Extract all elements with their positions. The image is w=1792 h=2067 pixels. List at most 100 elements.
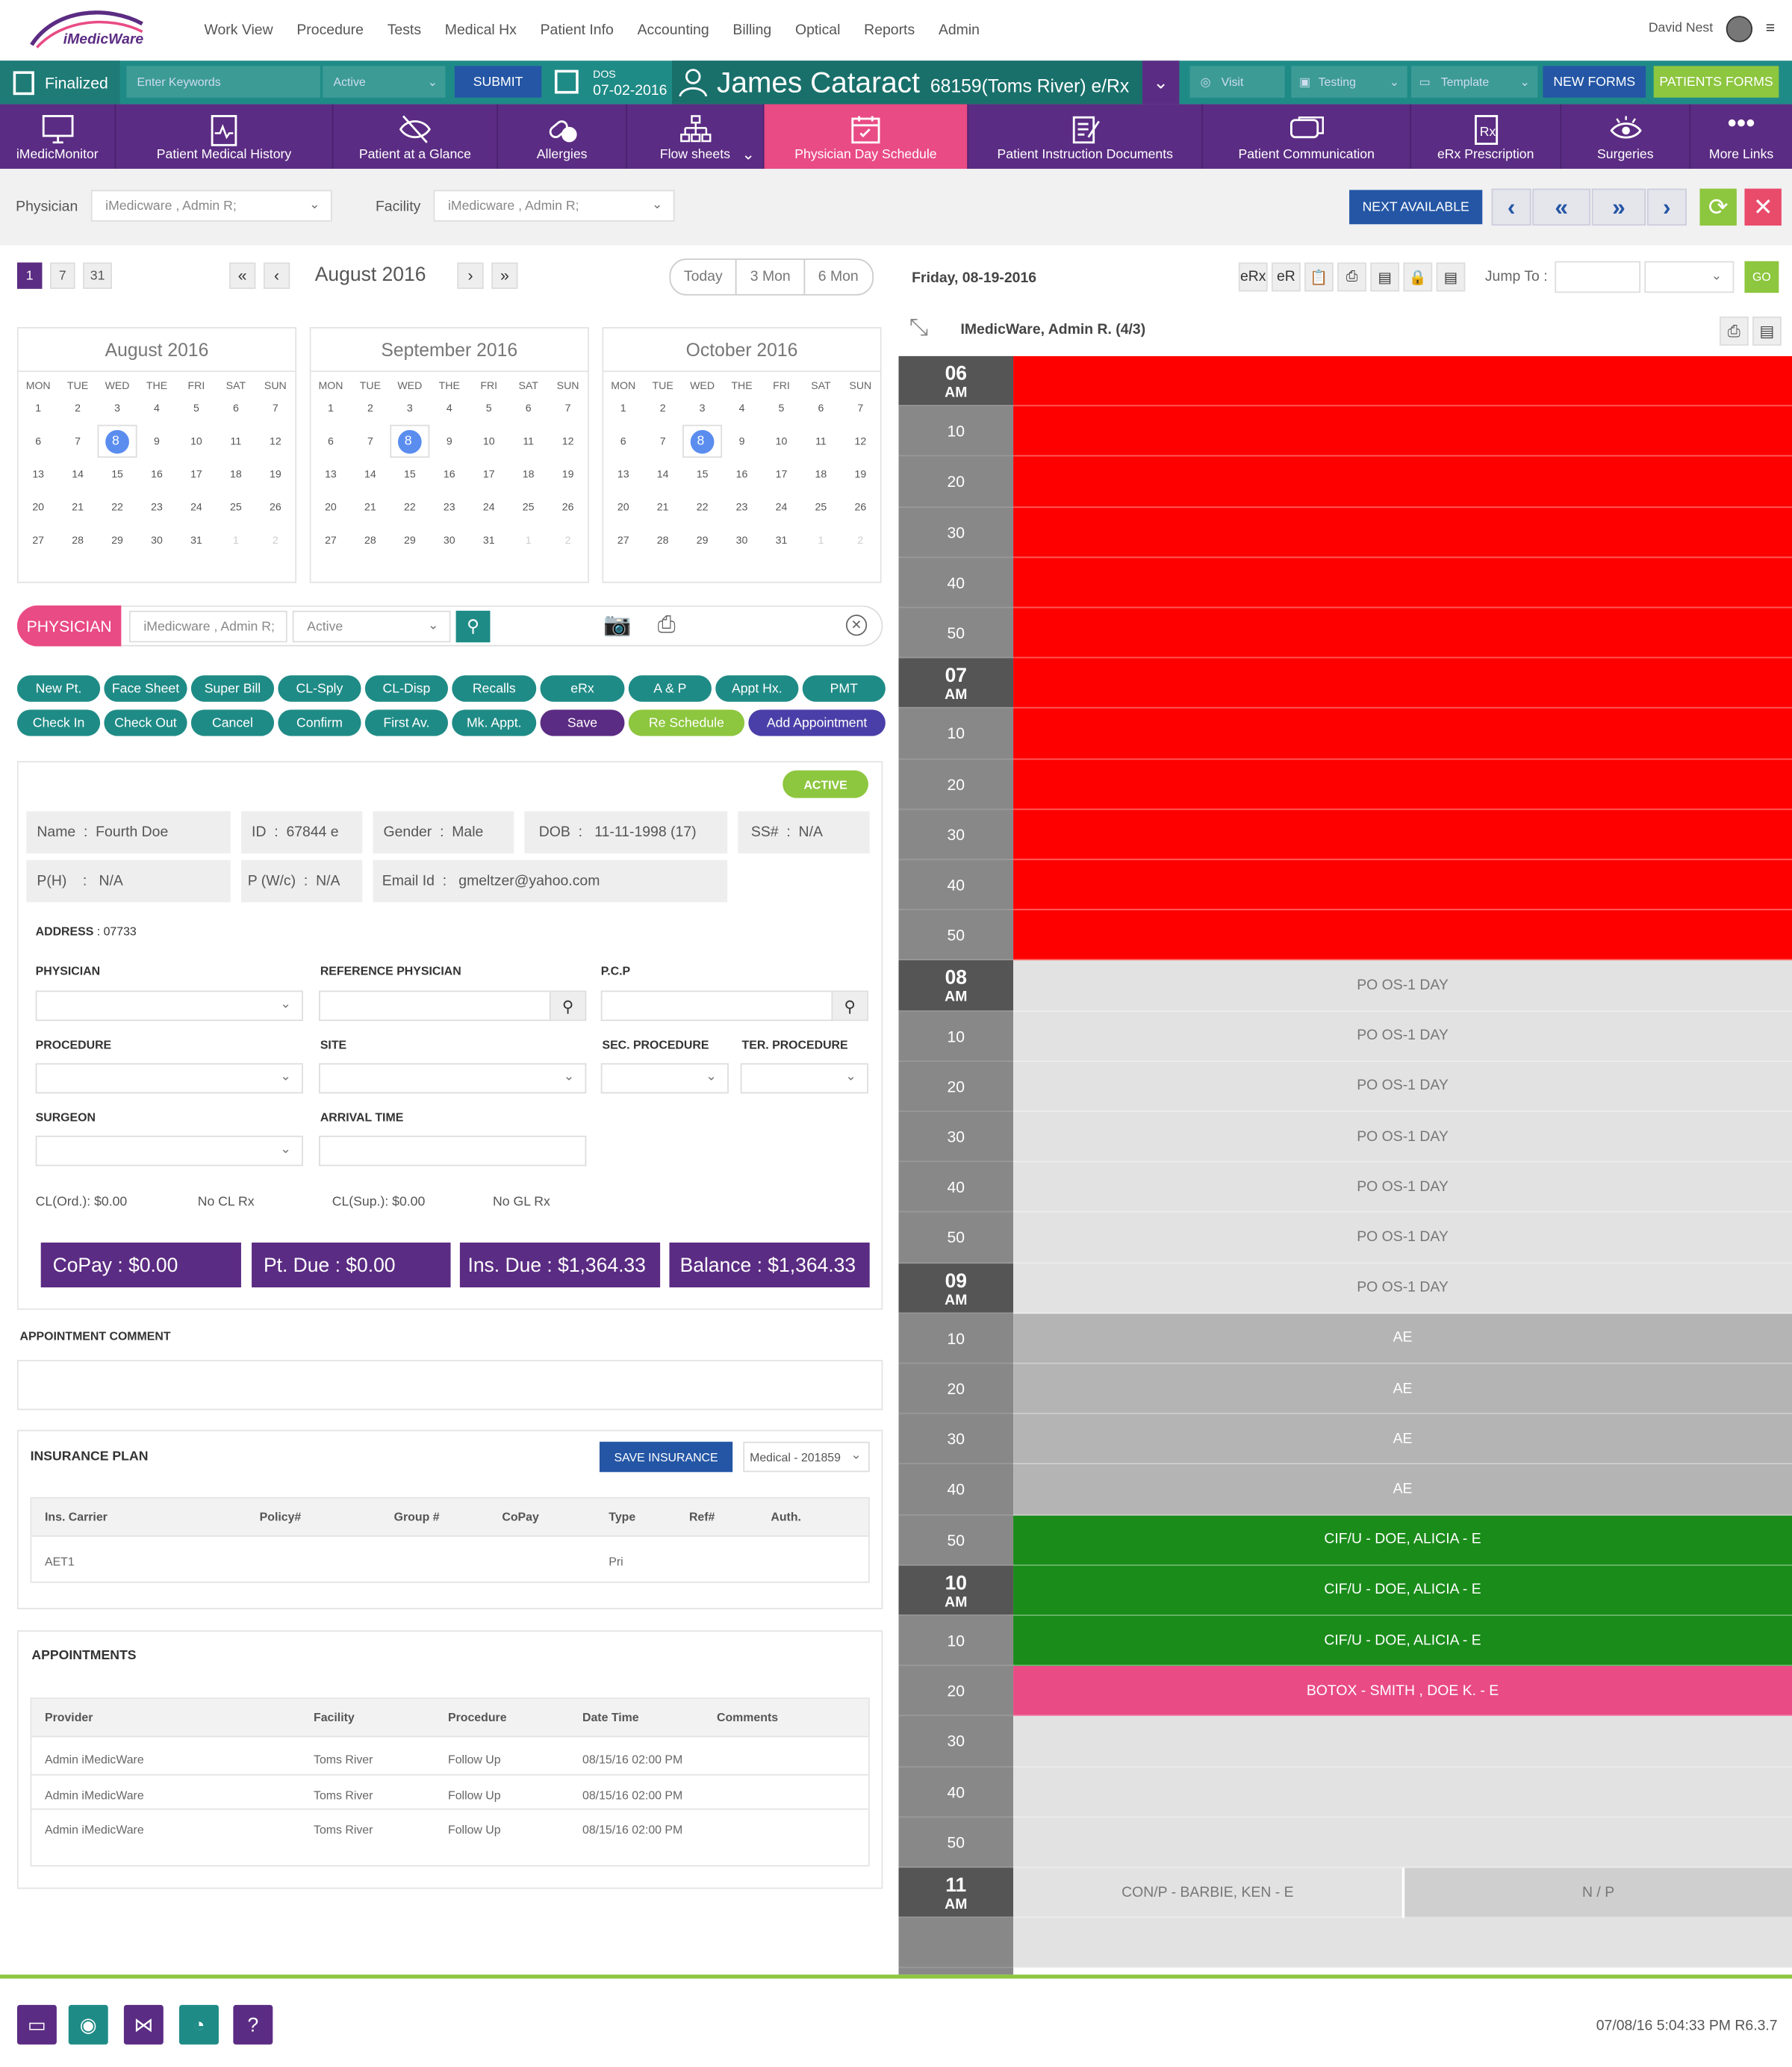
check-in-button[interactable]: Check In	[16, 709, 101, 736]
nav-surgeries[interactable]: Surgeries	[1561, 104, 1691, 170]
appt-hx-button[interactable]: Appt Hx.	[715, 675, 799, 702]
appointment-slot[interactable]: CIF/U - DOE, ALICIA - E	[1013, 1615, 1792, 1667]
appointment-slot[interactable]: CON/P - BARBIE, KEN - E	[1013, 1868, 1402, 1918]
help-icon[interactable]: ?	[233, 2004, 273, 2045]
day-grid[interactable]: 1234567 6 7 8 9 10 11 12 13 14 15 16 17 18 19 20 21 22…	[19, 392, 296, 557]
testing-select[interactable]: ▣ Testing ⌄	[1291, 66, 1407, 98]
appointment-slot[interactable]: PO OS-1 DAY	[1013, 1162, 1792, 1213]
day-grid[interactable]: 1234567 6 7 8 9 10 11 12 13 14 15 16 17 18 19 20 21 22…	[603, 392, 880, 557]
er-button[interactable]: eR	[1271, 262, 1301, 292]
appointment-slot[interactable]: AE	[1013, 1364, 1792, 1414]
range-3-mon[interactable]: 3 Mon	[737, 259, 806, 294]
share-icon[interactable]: ⋈	[123, 2004, 164, 2045]
appointment-slot[interactable]: PO OS-1 DAY	[1013, 960, 1792, 1012]
document-icon[interactable]: ▤	[1370, 262, 1400, 292]
search-user-icon[interactable]: ⚲	[549, 992, 585, 1020]
nav-imedicmonitor[interactable]: iMedicMonitor	[0, 104, 116, 170]
reschedule-button[interactable]: Re Schedule	[628, 709, 745, 736]
physician-search-input[interactable]: iMedicware , Admin R;	[128, 610, 287, 643]
nav-patient-instruction-documents[interactable]: Patient Instruction Documents	[968, 104, 1204, 170]
appointment-slot[interactable]	[1013, 860, 1792, 911]
nav-patient-medical-history[interactable]: Patient Medical History	[116, 104, 334, 170]
physician-status-select[interactable]: Active ⌄	[292, 610, 451, 643]
user-menu-icon[interactable]: ≡	[1766, 19, 1775, 37]
physician-tab[interactable]: PHYSICIAN	[16, 605, 122, 647]
save-button[interactable]: Save	[540, 709, 625, 736]
appointment-slot[interactable]: CIF/U - DOE, ALICIA - E	[1013, 1565, 1792, 1616]
jump-to-select[interactable]: ⌄	[1644, 261, 1735, 293]
submit-button[interactable]: SUBMIT	[454, 66, 542, 98]
ter-procedure-select[interactable]: ⌄	[740, 1063, 868, 1094]
table-row[interactable]: Admin iMedicWare	[45, 1788, 144, 1802]
visit-select[interactable]: ◎ Visit	[1189, 66, 1285, 98]
new-pt-button[interactable]: New Pt.	[16, 675, 101, 702]
super-bill-button[interactable]: Super Bill	[190, 675, 275, 702]
keyword-input[interactable]: Enter Keywords	[126, 66, 320, 98]
search-user-icon[interactable]: ⚲	[831, 992, 868, 1020]
menu-item-medical-hx[interactable]: Medical Hx	[445, 22, 517, 38]
patient-header[interactable]: James Cataract 68159(Toms River) e/Rx	[672, 60, 1143, 105]
erx-action-button[interactable]: eRx	[540, 675, 625, 702]
appointment-slot[interactable]	[1013, 608, 1792, 659]
dashboard-icon[interactable]: ◔	[179, 2004, 219, 2045]
day-grid[interactable]: 1234567 6 7 8 9 10 11 12 13 14 15 16 17 18 19 20 21 22…	[311, 392, 588, 557]
document-icon[interactable]: ▤	[1436, 262, 1466, 292]
erx-button[interactable]: eRx	[1238, 262, 1268, 292]
appointment-slot[interactable]: CIF/U - DOE, ALICIA - E	[1013, 1514, 1792, 1566]
nav-physician-day-schedule[interactable]: Physician Day Schedule	[764, 104, 969, 170]
appointment-slot[interactable]: AE	[1013, 1313, 1792, 1364]
view-1-day[interactable]: 1	[16, 262, 43, 289]
appointment-slot[interactable]	[1013, 809, 1792, 860]
pmt-button[interactable]: PMT	[802, 675, 886, 702]
template-select[interactable]: ▭ Template ⌄	[1411, 66, 1538, 98]
appointment-slot[interactable]: AE	[1013, 1414, 1792, 1465]
nav-more-links[interactable]: ••• More Links	[1690, 105, 1792, 170]
camera-icon[interactable]: 📷	[603, 612, 631, 638]
appointment-slot[interactable]: PO OS-1 DAY	[1013, 1263, 1792, 1314]
cancel-button[interactable]: Cancel	[190, 709, 275, 736]
table-row[interactable]: Admin iMedicWare	[45, 1753, 144, 1767]
user-name[interactable]: David Nest	[1649, 21, 1713, 35]
appointment-slot[interactable]: AE	[1013, 1464, 1792, 1515]
next-icon[interactable]: ›	[1646, 188, 1687, 226]
add-appointment-button[interactable]: Add Appointment	[748, 709, 886, 736]
nav-flow-sheets[interactable]: Flow sheets ⌄	[627, 104, 765, 170]
appointment-slot[interactable]	[1013, 1918, 1792, 1969]
appointment-slot[interactable]	[1013, 507, 1792, 558]
document-icon[interactable]: ▤	[1752, 316, 1782, 346]
nav-allergies[interactable]: Allergies	[498, 104, 628, 170]
monitor-icon[interactable]: ▭	[16, 2004, 57, 2045]
menu-item-billing[interactable]: Billing	[732, 22, 771, 38]
prev-icon[interactable]: ‹	[263, 262, 290, 289]
mk-appt-button[interactable]: Mk. Appt.	[452, 709, 537, 736]
confirm-button[interactable]: Confirm	[278, 709, 361, 736]
range-today[interactable]: Today	[671, 259, 738, 294]
nav-patient-communication[interactable]: Patient Communication	[1203, 104, 1412, 170]
jump-to-date-input[interactable]	[1555, 261, 1641, 293]
arrival-time-input[interactable]	[319, 1135, 587, 1166]
double-next-icon[interactable]: »	[1591, 188, 1646, 226]
facility-select[interactable]: iMedicware , Admin R; ⌄	[433, 190, 675, 222]
dos-box[interactable]: DOS 07-02-2016	[551, 60, 670, 104]
view-7-day[interactable]: 7	[50, 262, 75, 289]
a-and-p-button[interactable]: A & P	[628, 675, 712, 702]
menu-item-admin[interactable]: Admin	[939, 22, 980, 38]
appointment-slot[interactable]: PO OS-1 DAY	[1013, 1061, 1792, 1113]
menu-item-procedure[interactable]: Procedure	[296, 22, 364, 38]
go-button[interactable]: GO	[1744, 261, 1779, 293]
sec-procedure-select[interactable]: ⌄	[600, 1063, 729, 1094]
double-prev-icon[interactable]: «	[1532, 188, 1591, 226]
appointment-slot[interactable]	[1013, 1767, 1792, 1818]
appointment-slot[interactable]	[1013, 709, 1792, 759]
prev-icon[interactable]: ‹	[1491, 188, 1531, 226]
refresh-icon[interactable]: ⟳	[1699, 188, 1737, 226]
status-filter-select[interactable]: Active ⌄	[323, 66, 446, 98]
save-insurance-button[interactable]: SAVE INSURANCE	[599, 1441, 733, 1473]
menu-item-tests[interactable]: Tests	[388, 22, 421, 38]
double-next-icon[interactable]: »	[491, 262, 518, 289]
app-logo[interactable]: iMedicWare	[29, 5, 148, 55]
menu-item-patient-info[interactable]: Patient Info	[541, 22, 614, 38]
procedure-select[interactable]: ⌄	[35, 1063, 303, 1094]
menu-item-work-view[interactable]: Work View	[205, 22, 273, 38]
patients-forms-button[interactable]: PATIENTS FORMS	[1653, 66, 1779, 98]
